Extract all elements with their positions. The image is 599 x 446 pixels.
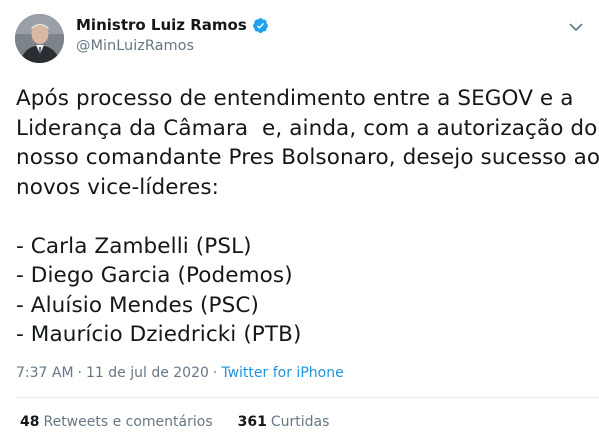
tweet-line: novos vice-líderes: bbox=[16, 174, 219, 200]
tweet-line-blank: ​ bbox=[16, 202, 586, 232]
tweet-line: - Maurício Dziedricki (PTB) bbox=[16, 322, 302, 347]
likes-stat[interactable]: 361 Curtidas bbox=[238, 414, 330, 430]
meta-separator: · bbox=[77, 365, 82, 381]
tweet-stats: 48 Retweets e comentários 361 Curtidas bbox=[20, 414, 329, 430]
tweet-line: - Aluísio Mendes (PSC) bbox=[16, 292, 259, 318]
likes-count: 361 bbox=[237, 414, 267, 430]
chevron-down-icon[interactable] bbox=[567, 18, 585, 36]
tweet-text: Após processo de entendimento entre a SE… bbox=[16, 84, 599, 350]
retweets-stat[interactable]: 48 Retweets e comentários bbox=[20, 414, 213, 430]
meta-separator: · bbox=[212, 365, 218, 381]
tweet-meta: 7:37 AM · 11 de jul de 2020 · Twitter fo… bbox=[16, 365, 344, 381]
divider bbox=[16, 397, 599, 398]
retweets-count: 48 bbox=[20, 414, 40, 430]
tweet-card: Ministro Luiz Ramos @MinLuizRamos Após p… bbox=[0, 0, 599, 446]
tweet-line: Liderança da Câmara e, ainda, com a auto… bbox=[16, 115, 598, 141]
tweet-date[interactable]: 11 de jul de 2020 bbox=[86, 365, 209, 381]
author-name-row[interactable]: Ministro Luiz Ramos bbox=[76, 16, 269, 34]
tweet-time[interactable]: 7:37 AM bbox=[16, 365, 74, 381]
verified-badge-icon bbox=[252, 17, 269, 34]
author-name[interactable]: Ministro Luiz Ramos bbox=[76, 16, 247, 34]
avatar[interactable] bbox=[15, 14, 64, 63]
tweet-line: - Diego Garcia (Podemos) bbox=[16, 263, 293, 288]
retweets-label: Retweets e comentários bbox=[43, 414, 213, 430]
tweet-line: Após processo de entendimento entre a SE… bbox=[16, 86, 574, 111]
tweet-line: nosso comandante Pres Bolsonaro, desejo … bbox=[16, 145, 599, 170]
author-handle[interactable]: @MinLuizRamos bbox=[76, 38, 194, 54]
tweet-line: - Carla Zambelli (PSL) bbox=[16, 233, 252, 259]
avatar-photo bbox=[15, 14, 64, 63]
tweet-source-link[interactable]: Twitter for iPhone bbox=[221, 365, 343, 381]
likes-label: Curtidas bbox=[270, 414, 330, 430]
